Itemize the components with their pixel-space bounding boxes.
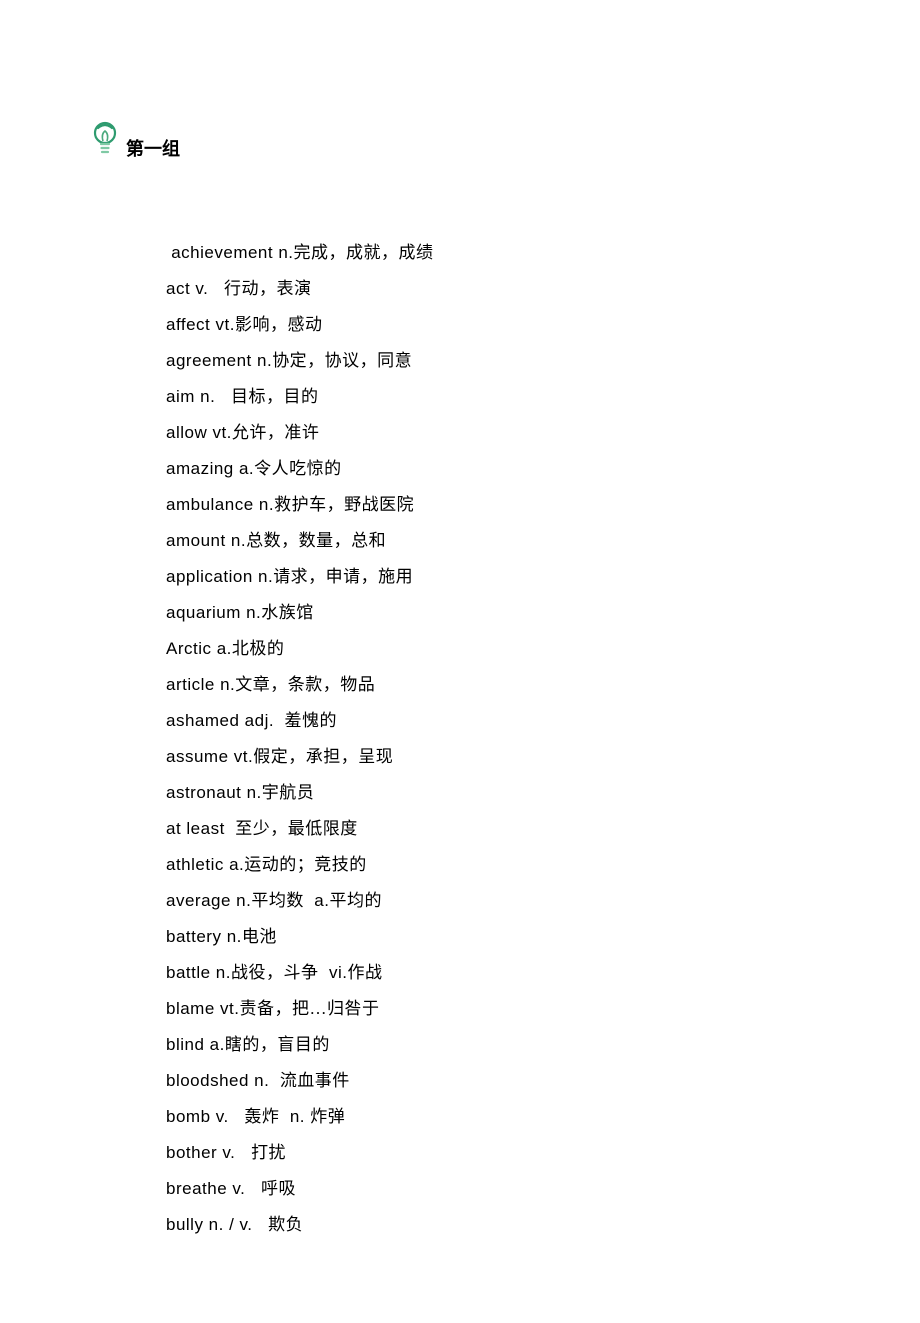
vocab-entry: amount n.总数，数量，总和	[166, 523, 830, 559]
entry-definition: 目标，目的	[231, 387, 319, 406]
vocab-entry: breathe v. 呼吸	[166, 1171, 830, 1207]
entry-definition: 战役，斗争	[231, 963, 319, 982]
entry-term: act v.	[166, 279, 224, 298]
entry-term: breathe v.	[166, 1179, 261, 1198]
vocab-entry: act v. 行动，表演	[166, 271, 830, 307]
entry-definition: 瞎的，盲目的	[225, 1035, 330, 1054]
entry-definition: 允许，准许	[232, 423, 320, 442]
vocab-entry: astronaut n.宇航员	[166, 775, 830, 811]
vocab-entry: average n.平均数 a.平均的	[166, 883, 830, 919]
entry-term: bloodshed n.	[166, 1071, 280, 1090]
vocab-entry: ambulance n.救护车，野战医院	[166, 487, 830, 523]
entry-term: Arctic a.	[166, 639, 232, 658]
group-title: 第一组	[126, 135, 180, 163]
entry-definition: 流血事件	[280, 1071, 350, 1090]
entry-term: agreement n.	[166, 351, 272, 370]
entry-definition: 平均数	[251, 891, 304, 910]
entry-definition: 北极的	[232, 639, 285, 658]
entry-definition: 呼吸	[261, 1179, 296, 1198]
entry-term: assume vt.	[166, 747, 253, 766]
entry-definition: 羞愧的	[285, 711, 338, 730]
entry-term: ashamed adj.	[166, 711, 285, 730]
lightbulb-icon	[90, 120, 120, 163]
vocab-entry: article n.文章，条款，物品	[166, 667, 830, 703]
entry-definition: 电池	[242, 927, 277, 946]
vocab-entry: bother v. 打扰	[166, 1135, 830, 1171]
vocabulary-list: achievement n.完成，成就，成绩act v. 行动，表演affect…	[90, 235, 830, 1243]
entry-term: article n.	[166, 675, 235, 694]
vocab-entry: allow vt.允许，准许	[166, 415, 830, 451]
vocab-entry: application n.请求，申请，施用	[166, 559, 830, 595]
entry-definition: 影响，感动	[235, 315, 323, 334]
entry-definition: 行动，表演	[224, 279, 312, 298]
header: 第一组	[90, 120, 830, 163]
entry-term-2: a.	[304, 891, 330, 910]
entry-term: blind a.	[166, 1035, 225, 1054]
entry-term: bother v.	[166, 1143, 251, 1162]
entry-term: at least	[166, 819, 235, 838]
entry-term: aim n.	[166, 387, 231, 406]
entry-definition: 打扰	[251, 1143, 286, 1162]
entry-term: athletic a.	[166, 855, 244, 874]
vocab-entry: ashamed adj. 羞愧的	[166, 703, 830, 739]
entry-term: average n.	[166, 891, 251, 910]
vocab-entry: battery n.电池	[166, 919, 830, 955]
entry-definition-2: 平均的	[329, 891, 382, 910]
entry-definition: 完成，成就，成绩	[294, 243, 434, 262]
entry-definition: 假定，承担，呈现	[253, 747, 393, 766]
vocab-entry: battle n.战役，斗争 vi.作战	[166, 955, 830, 991]
entry-term: battle n.	[166, 963, 231, 982]
entry-term-2: vi.	[319, 963, 348, 982]
page: 第一组 achievement n.完成，成就，成绩act v. 行动，表演af…	[0, 0, 920, 1323]
entry-term-2: n.	[279, 1107, 310, 1126]
entry-term: achievement n.	[166, 243, 294, 262]
vocab-entry: assume vt.假定，承担，呈现	[166, 739, 830, 775]
entry-term: amount n.	[166, 531, 246, 550]
entry-term: bomb v.	[166, 1107, 244, 1126]
vocab-entry: Arctic a.北极的	[166, 631, 830, 667]
entry-term: allow vt.	[166, 423, 232, 442]
vocab-entry: at least 至少，最低限度	[166, 811, 830, 847]
entry-definition: 令人吃惊的	[254, 459, 342, 478]
entry-term: ambulance n.	[166, 495, 274, 514]
entry-definition-2: 炸弹	[310, 1107, 345, 1126]
entry-definition: 请求，申请，施用	[273, 567, 413, 586]
vocab-entry: aquarium n.水族馆	[166, 595, 830, 631]
entry-definition: 至少，最低限度	[235, 819, 358, 838]
entry-definition: 轰炸	[244, 1107, 279, 1126]
entry-definition: 运动的；竞技的	[244, 855, 367, 874]
entry-definition: 责备，把…归咎于	[239, 999, 379, 1018]
vocab-entry: aim n. 目标，目的	[166, 379, 830, 415]
vocab-entry: bully n. / v. 欺负	[166, 1207, 830, 1243]
entry-definition: 欺负	[268, 1215, 303, 1234]
entry-definition: 宇航员	[262, 783, 315, 802]
entry-term: blame vt.	[166, 999, 239, 1018]
entry-term: application n.	[166, 567, 273, 586]
entry-definition: 文章，条款，物品	[235, 675, 375, 694]
entry-definition: 水族馆	[261, 603, 314, 622]
entry-term: bully n. / v.	[166, 1215, 268, 1234]
vocab-entry: bomb v. 轰炸 n. 炸弹	[166, 1099, 830, 1135]
vocab-entry: blame vt.责备，把…归咎于	[166, 991, 830, 1027]
entry-definition: 协定，协议，同意	[272, 351, 412, 370]
entry-definition: 救护车，野战医院	[274, 495, 414, 514]
entry-definition: 总数，数量，总和	[246, 531, 386, 550]
entry-term: astronaut n.	[166, 783, 262, 802]
vocab-entry: bloodshed n. 流血事件	[166, 1063, 830, 1099]
vocab-entry: affect vt.影响，感动	[166, 307, 830, 343]
vocab-entry: agreement n.协定，协议，同意	[166, 343, 830, 379]
vocab-entry: blind a.瞎的，盲目的	[166, 1027, 830, 1063]
vocab-entry: amazing a.令人吃惊的	[166, 451, 830, 487]
entry-definition-2: 作战	[347, 963, 382, 982]
vocab-entry: athletic a.运动的；竞技的	[166, 847, 830, 883]
entry-term: battery n.	[166, 927, 242, 946]
entry-term: affect vt.	[166, 315, 235, 334]
vocab-entry: achievement n.完成，成就，成绩	[166, 235, 830, 271]
entry-term: amazing a.	[166, 459, 254, 478]
entry-term: aquarium n.	[166, 603, 261, 622]
